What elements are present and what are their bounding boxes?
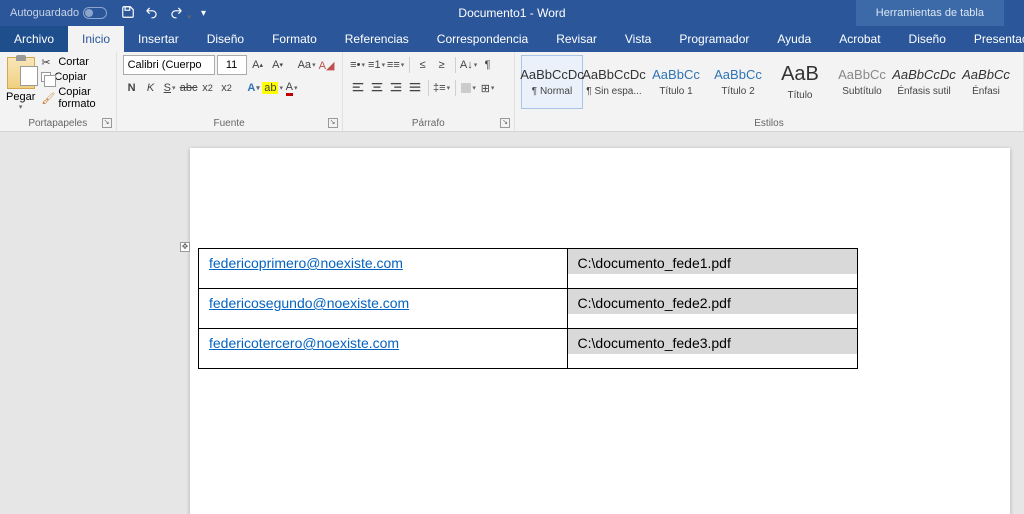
group-label-styles: Estilos (515, 118, 1023, 129)
justify-button[interactable] (406, 78, 424, 98)
underline-button[interactable]: S (161, 78, 179, 98)
multilevel-list-button[interactable]: ≡≡ (387, 55, 405, 75)
highlight-button[interactable]: ab (264, 78, 282, 98)
cell-email[interactable]: federicoprimero@noexiste.com (199, 249, 568, 289)
group-font: A▴ A▾ Aa A◢ N K S abc x2 x2 A ab A Fuent… (117, 52, 343, 131)
font-size-input[interactable] (217, 55, 247, 75)
cut-button[interactable]: Cortar (41, 55, 109, 69)
format-painter-icon (41, 92, 55, 104)
cell-path[interactable]: C:\documento_fede1.pdf (567, 249, 857, 289)
ribbon-tabs: Archivo Inicio Insertar Diseño Formato R… (0, 26, 1024, 52)
table-row[interactable]: federicotercero@noexiste.com C:\document… (199, 329, 858, 369)
document-table[interactable]: federicoprimero@noexiste.com C:\document… (198, 248, 858, 369)
subscript-button[interactable]: x2 (199, 78, 217, 98)
grow-font-button[interactable]: A▴ (249, 55, 267, 75)
cell-path[interactable]: C:\documento_fede3.pdf (567, 329, 857, 369)
superscript-button[interactable]: x2 (218, 78, 236, 98)
tab-view[interactable]: Vista (611, 26, 665, 52)
style-subtitle[interactable]: AaBbCc Subtítulo (831, 55, 893, 109)
format-painter-button[interactable]: Copiar formato (41, 85, 109, 111)
align-right-button[interactable] (387, 78, 405, 98)
tab-table-design[interactable]: Diseño (895, 26, 960, 52)
document-area[interactable]: ✥ federicoprimero@noexiste.com C:\docume… (0, 132, 1024, 514)
table-move-handle[interactable]: ✥ (180, 242, 190, 252)
style-no-spacing[interactable]: AaBbCcDc ¶ Sin espa... (583, 55, 645, 109)
quick-access-toolbar: ▾ (121, 5, 206, 22)
cell-email[interactable]: federicosegundo@noexiste.com (199, 289, 568, 329)
email-link[interactable]: federicotercero@noexiste.com (209, 335, 399, 351)
bullets-button[interactable]: ≡• (349, 55, 367, 75)
cell-path[interactable]: C:\documento_fede2.pdf (567, 289, 857, 329)
tab-layout[interactable]: Formato (258, 26, 331, 52)
style-normal[interactable]: AaBbCcDc ¶ Normal (521, 55, 583, 109)
group-paragraph: ≡• ≡1 ≡≡ ≤ ≥ A↓ ¶ (343, 52, 515, 131)
style-emphasis2[interactable]: AaBbCc Énfasi (955, 55, 1017, 109)
paste-icon (7, 57, 35, 89)
tab-home[interactable]: Inicio (68, 26, 124, 52)
font-color-button[interactable]: A (283, 78, 301, 98)
clear-formatting-button[interactable]: A◢ (318, 55, 336, 75)
increase-indent-button[interactable]: ≥ (433, 55, 451, 75)
align-center-button[interactable] (368, 78, 386, 98)
font-launcher[interactable]: ↘ (328, 118, 338, 128)
group-label-clipboard: Portapapeles (0, 118, 116, 129)
style-emphasis[interactable]: AaBbCcDc Énfasis sutil (893, 55, 955, 109)
autosave-control[interactable]: Autoguardado (10, 7, 107, 19)
qat-customize-icon[interactable]: ▾ (201, 8, 206, 19)
tab-design[interactable]: Diseño (193, 26, 258, 52)
group-label-paragraph: Párrafo (343, 118, 514, 129)
table-tools-context-tab: Herramientas de tabla (856, 0, 1004, 26)
table-row[interactable]: federicoprimero@noexiste.com C:\document… (199, 249, 858, 289)
font-name-input[interactable] (123, 55, 215, 75)
document-title: Documento1 - Word (458, 6, 565, 20)
undo-icon[interactable] (145, 5, 159, 22)
cell-email[interactable]: federicotercero@noexiste.com (199, 329, 568, 369)
decrease-indent-button[interactable]: ≤ (414, 55, 432, 75)
paste-label: Pegar (6, 91, 35, 103)
cut-icon (41, 56, 55, 68)
tab-help[interactable]: Ayuda (763, 26, 825, 52)
paragraph-launcher[interactable]: ↘ (500, 118, 510, 128)
group-label-font: Fuente (117, 118, 342, 129)
strikethrough-button[interactable]: abc (180, 78, 198, 98)
autosave-label: Autoguardado (10, 7, 79, 19)
group-styles: AaBbCcDc ¶ Normal AaBbCcDc ¶ Sin espa...… (515, 52, 1024, 131)
numbering-button[interactable]: ≡1 (368, 55, 386, 75)
borders-button[interactable]: ⊞ (479, 78, 497, 98)
copy-button[interactable]: Copiar (41, 70, 109, 84)
align-left-button[interactable] (349, 78, 367, 98)
bold-button[interactable]: N (123, 78, 141, 98)
autosave-toggle[interactable] (83, 7, 107, 19)
tab-table-layout[interactable]: Presentación (960, 26, 1024, 52)
italic-button[interactable]: K (142, 78, 160, 98)
email-link[interactable]: federicosegundo@noexiste.com (209, 295, 409, 311)
line-spacing-button[interactable]: ‡≡ (433, 78, 451, 98)
shrink-font-button[interactable]: A▾ (269, 55, 287, 75)
style-heading2[interactable]: AaBbCc Título 2 (707, 55, 769, 109)
tab-references[interactable]: Referencias (331, 26, 423, 52)
redo-icon[interactable] (169, 5, 191, 22)
tab-file[interactable]: Archivo (0, 26, 68, 52)
tab-developer[interactable]: Programador (665, 26, 763, 52)
email-link[interactable]: federicoprimero@noexiste.com (209, 255, 403, 271)
page[interactable]: ✥ federicoprimero@noexiste.com C:\docume… (190, 148, 1010, 514)
table-row[interactable]: federicosegundo@noexiste.com C:\document… (199, 289, 858, 329)
tab-insert[interactable]: Insertar (124, 26, 193, 52)
sort-button[interactable]: A↓ (460, 55, 478, 75)
change-case-button[interactable]: Aa (298, 55, 316, 75)
copy-icon (41, 72, 51, 82)
tab-mailings[interactable]: Correspondencia (423, 26, 542, 52)
ribbon: Pegar ▾ Cortar Copiar Copiar formato Por… (0, 52, 1024, 132)
tab-acrobat[interactable]: Acrobat (825, 26, 894, 52)
style-heading1[interactable]: AaBbCc Título 1 (645, 55, 707, 109)
clipboard-launcher[interactable]: ↘ (102, 118, 112, 128)
shading-button[interactable] (460, 78, 478, 98)
show-marks-button[interactable]: ¶ (479, 55, 497, 75)
group-clipboard: Pegar ▾ Cortar Copiar Copiar formato Por… (0, 52, 117, 131)
title-bar: Autoguardado ▾ Documento1 - Word Herrami… (0, 0, 1024, 26)
text-effects-button[interactable]: A (245, 78, 263, 98)
tab-review[interactable]: Revisar (542, 26, 611, 52)
save-icon[interactable] (121, 5, 135, 22)
style-title[interactable]: AaB Título (769, 55, 831, 109)
